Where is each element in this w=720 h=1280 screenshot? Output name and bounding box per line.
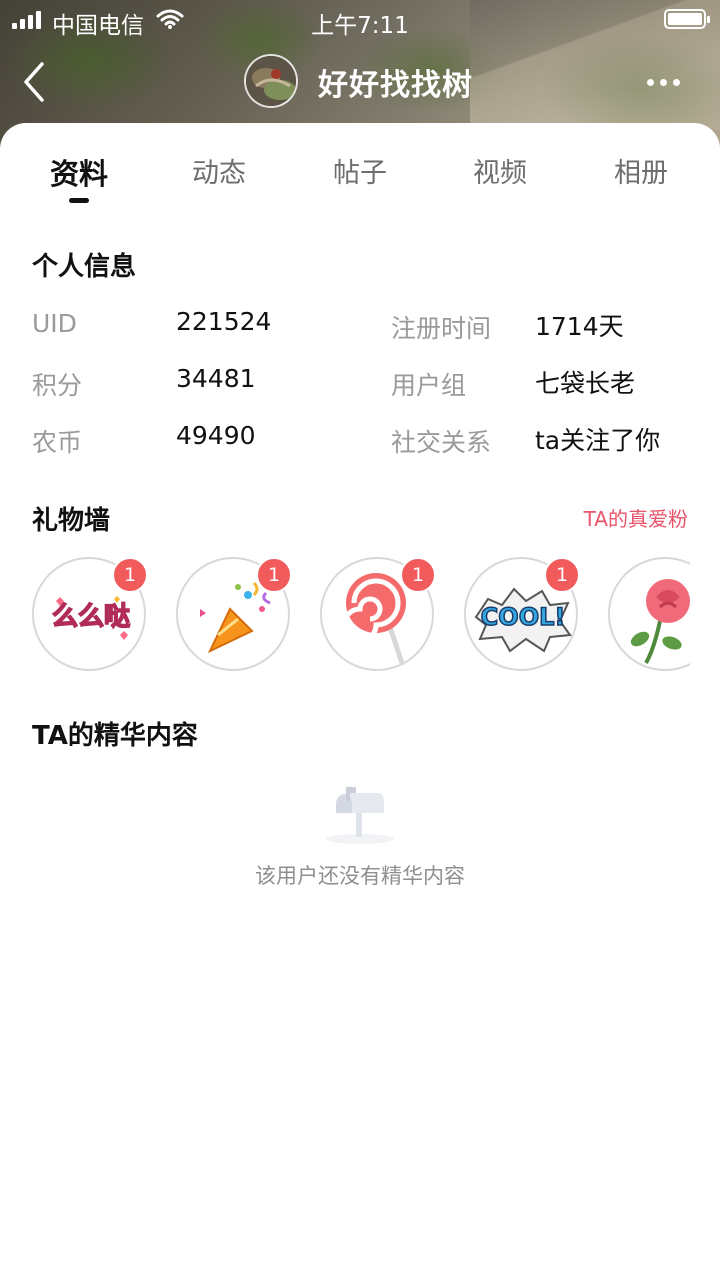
info-label-social: 社交关系 (391, 428, 492, 457)
kiss-sticker-text: 么么哒 (52, 602, 130, 632)
info-label-register-time: 注册时间 (391, 314, 492, 343)
mailbox-icon (322, 783, 398, 847)
gift-item[interactable] (608, 557, 690, 671)
tab-albums[interactable]: 相册 (586, 151, 696, 190)
tab-posts[interactable]: 帖子 (305, 151, 415, 190)
profile-card: 资料 动态 帖子 视频 相册 个人信息 UID 221524 积分 34481 … (0, 123, 720, 1280)
info-label-points: 积分 (32, 371, 83, 400)
info-value-social: ta关注了你 (535, 426, 661, 455)
empty-state-text: 该用户还没有精华内容 (255, 864, 465, 888)
cool-sticker-text: COOL! (481, 603, 566, 631)
info-value-coins: 49490 (176, 421, 256, 450)
tab-bar: 资料 动态 帖子 视频 相册 (0, 151, 720, 201)
back-icon[interactable] (18, 58, 58, 106)
info-value-user-group: 七袋长老 (535, 369, 636, 398)
gift-count-badge: 1 (256, 557, 292, 593)
gift-item[interactable]: 1 (176, 557, 292, 671)
info-label-user-group: 用户组 (391, 371, 467, 400)
gift-count-badge: 1 (400, 557, 436, 593)
personal-info-title: 个人信息 (32, 252, 137, 282)
gift-item[interactable]: 么么哒 1 (32, 557, 148, 671)
status-time: 上午7:11 (311, 13, 409, 39)
tab-videos[interactable]: 视频 (445, 151, 555, 190)
tab-activity[interactable]: 动态 (164, 151, 274, 190)
featured-title: TA的精华内容 (32, 721, 198, 751)
tab-active-indicator (69, 198, 89, 203)
battery-icon (664, 9, 710, 29)
rose-icon (630, 579, 690, 664)
info-label-coins: 农币 (32, 428, 83, 457)
gift-list: 么么哒 1 1 1 COOL! 1 (30, 555, 690, 673)
gift-count-badge: 1 (112, 557, 148, 593)
page-title: 好好找找树 (318, 68, 473, 103)
gift-count-badge: 1 (544, 557, 580, 593)
gift-item[interactable]: 1 (320, 557, 436, 671)
navigation-bar: 好好找找树 (0, 44, 720, 120)
more-icon[interactable] (647, 64, 680, 100)
info-label-uid: UID (32, 309, 77, 338)
info-value-points: 34481 (176, 364, 256, 393)
tab-profile[interactable]: 资料 (24, 151, 134, 193)
avatar[interactable] (244, 54, 298, 108)
true-fans-link[interactable]: TA的真爱粉 (584, 503, 688, 532)
gift-wall-title: 礼物墙 (32, 506, 111, 536)
info-value-uid: 221524 (176, 307, 272, 336)
status-bar: 中国电信 上午7:11 (0, 0, 720, 40)
info-value-register-time: 1714天 (535, 312, 624, 341)
gift-item[interactable]: COOL! 1 (464, 557, 580, 671)
